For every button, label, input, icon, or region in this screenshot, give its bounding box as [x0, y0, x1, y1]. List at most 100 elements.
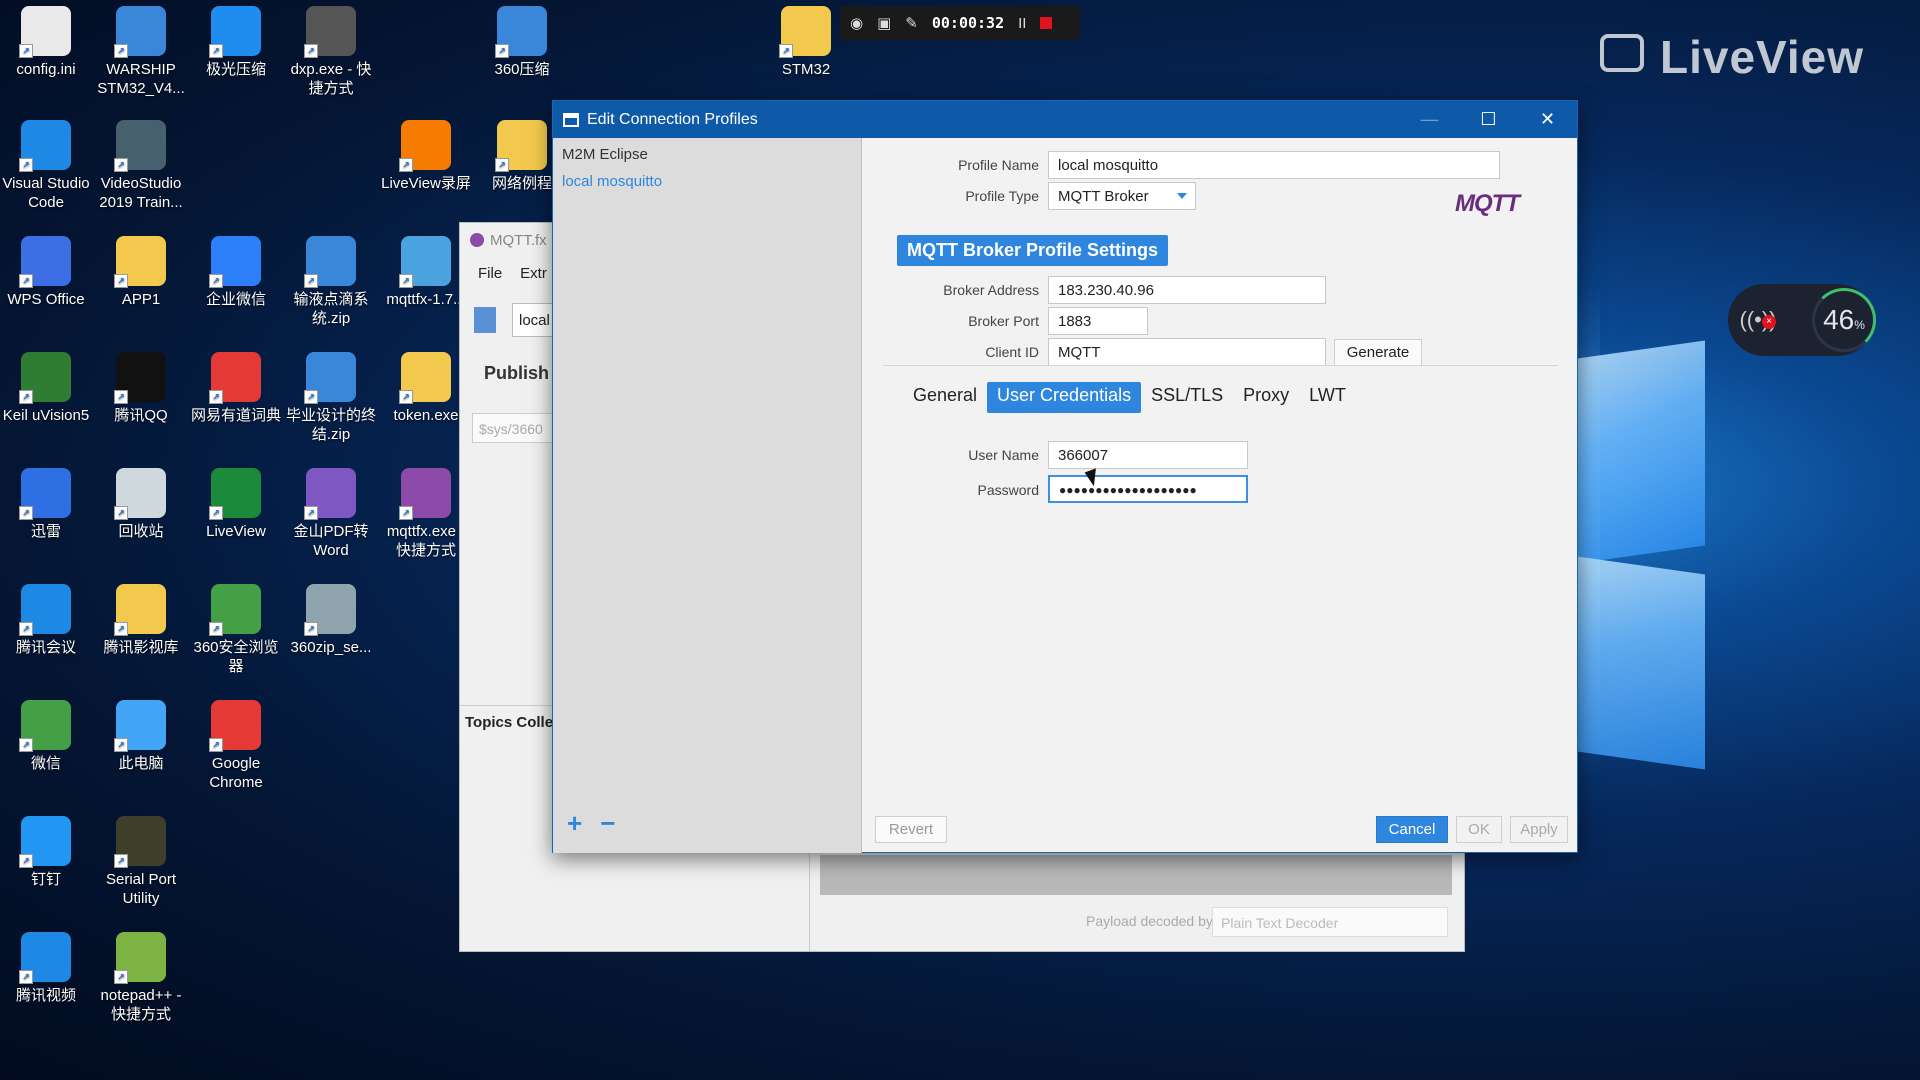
maximize-icon[interactable]: ☐: [1459, 101, 1518, 138]
cancel-button[interactable]: Cancel: [1376, 816, 1448, 843]
pen-icon[interactable]: ✎: [905, 14, 918, 32]
eye-icon[interactable]: ◉: [850, 14, 863, 32]
tab-general[interactable]: General: [903, 382, 987, 413]
desktop-icon[interactable]: ↗ 毕业设计的终结.zip: [285, 352, 377, 444]
shortcut-arrow-icon: ↗: [399, 158, 413, 172]
desktop-icon[interactable]: ↗ LiveView: [190, 468, 282, 541]
tab-lwt[interactable]: LWT: [1299, 382, 1356, 413]
ok-button[interactable]: OK: [1456, 816, 1502, 843]
desktop-icon[interactable]: ↗ 回收站: [95, 468, 187, 541]
desktop-icon[interactable]: ↗ Visual Studio Code: [0, 120, 92, 212]
folder-icon: ↗: [779, 6, 831, 58]
shortcut-arrow-icon: ↗: [19, 738, 33, 752]
shortcut-arrow-icon: ↗: [209, 506, 223, 520]
user-name-field[interactable]: 366007: [1048, 441, 1248, 469]
shortcut-arrow-icon: ↗: [114, 274, 128, 288]
desktop-icon[interactable]: ↗ Serial Port Utility: [95, 816, 187, 908]
desktop-icon[interactable]: ↗ 360zip_se...: [285, 584, 377, 657]
exe-icon: ↗: [399, 352, 451, 404]
winrar-archive-icon: ↗: [114, 6, 166, 58]
camera-icon[interactable]: ▣: [877, 14, 891, 32]
remove-profile-icon[interactable]: −: [600, 808, 615, 839]
desktop-icon[interactable]: ↗ 输液点滴系统.zip: [285, 236, 377, 328]
close-icon[interactable]: ✕: [1518, 101, 1577, 138]
desktop-icon[interactable]: ↗ notepad++ - 快捷方式: [95, 932, 187, 1024]
menu-extras[interactable]: Extr: [520, 265, 547, 282]
desktop-icon[interactable]: ↗ LiveView录屏: [380, 120, 472, 193]
desktop-icon-label: 腾讯QQ: [114, 407, 168, 424]
profile-item-local-mosquitto[interactable]: local mosquitto: [553, 165, 861, 192]
broker-port-field[interactable]: 1883: [1048, 307, 1148, 335]
message-payload-area: [820, 855, 1452, 895]
tab-publish[interactable]: Publish: [484, 363, 549, 384]
desktop-icon[interactable]: ↗ VideoStudio 2019 Train...: [95, 120, 187, 212]
apply-button[interactable]: Apply: [1510, 816, 1568, 843]
desktop-icon[interactable]: ↗ APP1: [95, 236, 187, 309]
desktop-icon[interactable]: ↗ 此电脑: [95, 700, 187, 773]
generate-button[interactable]: Generate: [1334, 339, 1422, 366]
profile-item-m2m-eclipse[interactable]: M2M Eclipse: [553, 138, 861, 165]
shortcut-arrow-icon: ↗: [779, 44, 793, 58]
edit-connection-profiles-dialog: Edit Connection Profiles — ☐ ✕ M2M Eclip…: [552, 100, 1578, 853]
password-field[interactable]: ●●●●●●●●●●●●●●●●●●●: [1048, 475, 1248, 503]
shortcut-arrow-icon: ↗: [209, 622, 223, 636]
desktop-icon[interactable]: ↗ WPS Office: [0, 236, 92, 309]
desktop-icon[interactable]: ↗ dxp.exe - 快捷方式: [285, 6, 377, 98]
stop-icon[interactable]: [1040, 17, 1053, 29]
desktop-icon-label: 网易有道词典: [190, 407, 281, 424]
tab-ssl-tls[interactable]: SSL/TLS: [1141, 382, 1233, 413]
add-profile-icon[interactable]: +: [567, 808, 582, 839]
desktop-icon[interactable]: ↗ 企业微信: [190, 236, 282, 309]
chrome-icon: ↗: [209, 700, 261, 752]
revert-button[interactable]: Revert: [875, 816, 947, 843]
shortcut-arrow-icon: ↗: [114, 506, 128, 520]
desktop-icon[interactable]: ↗ 迅雷: [0, 468, 92, 541]
desktop-icon-label: notepad++ - 快捷方式: [100, 987, 182, 1023]
desktop-icon[interactable]: ↗ 钉钉: [0, 816, 92, 889]
client-id-field[interactable]: MQTT: [1048, 338, 1326, 366]
desktop-icon[interactable]: ↗ 腾讯影视库: [95, 584, 187, 657]
tab-proxy[interactable]: Proxy: [1233, 382, 1299, 413]
network-widget[interactable]: ((•)) × 46%: [1728, 284, 1876, 356]
desktop-icon[interactable]: ↗ 网易有道词典: [190, 352, 282, 425]
360-browser-icon: ↗: [209, 584, 261, 636]
desktop-icon-label: STM32: [781, 61, 831, 78]
broker-address-field[interactable]: 183.230.40.96: [1048, 276, 1326, 304]
profiles-list: M2M Eclipse local mosquitto + −: [553, 138, 862, 853]
desktop-icon[interactable]: ↗ 腾讯会议: [0, 584, 92, 657]
desktop-icon-label: 360压缩: [494, 61, 550, 78]
desktop-icon[interactable]: ↗ 腾讯QQ: [95, 352, 187, 425]
desktop-icon[interactable]: ↗ 腾讯视频: [0, 932, 92, 1005]
profile-settings-panel: Profile Name local mosquitto Profile Typ…: [863, 138, 1578, 853]
shortcut-arrow-icon: ↗: [304, 44, 318, 58]
desktop-icon[interactable]: ↗ 金山PDF转Word: [285, 468, 377, 560]
shortcut-arrow-icon: ↗: [304, 506, 318, 520]
recorder-toolbar: ◉ ▣ ✎ 00:00:32 II: [840, 6, 1080, 40]
menu-file[interactable]: File: [478, 265, 502, 282]
desktop-icon[interactable]: ↗ config.ini: [0, 6, 92, 79]
desktop-icon[interactable]: ↗ STM32: [760, 6, 852, 79]
payload-decoder-select[interactable]: Plain Text Decoder: [1212, 907, 1448, 937]
desktop-icon[interactable]: ↗ 360安全浏览器: [190, 584, 282, 676]
desktop-icon[interactable]: ↗ 极光压缩: [190, 6, 282, 79]
client-id-label: Client ID: [985, 344, 1039, 360]
broker-port-label: Broker Port: [968, 313, 1039, 329]
desktop-icon-label: 迅雷: [30, 523, 61, 540]
minimize-icon[interactable]: —: [1400, 101, 1459, 138]
mqttfx-title: MQTT.fx: [490, 231, 547, 249]
desktop-icon[interactable]: ↗ Keil uVision5: [0, 352, 92, 425]
desktop-icon[interactable]: ↗ 360压缩: [476, 6, 568, 79]
desktop-icon-label: Serial Port Utility: [105, 871, 177, 907]
desktop-icon[interactable]: ↗ Google Chrome: [190, 700, 282, 792]
config-file-icon: ↗: [19, 6, 71, 58]
this-pc-icon: ↗: [114, 700, 166, 752]
profile-file-icon[interactable]: [474, 307, 496, 333]
profile-type-value: MQTT Broker: [1058, 188, 1149, 205]
tab-user-credentials[interactable]: User Credentials: [987, 382, 1142, 413]
folder-icon: ↗: [114, 236, 166, 288]
desktop-icon[interactable]: ↗ 微信: [0, 700, 92, 773]
pause-icon[interactable]: II: [1018, 15, 1026, 32]
profile-type-select[interactable]: MQTT Broker: [1048, 182, 1196, 210]
desktop-icon[interactable]: ↗ WARSHIP STM32_V4...: [95, 6, 187, 98]
profile-name-field[interactable]: local mosquitto: [1048, 151, 1500, 179]
